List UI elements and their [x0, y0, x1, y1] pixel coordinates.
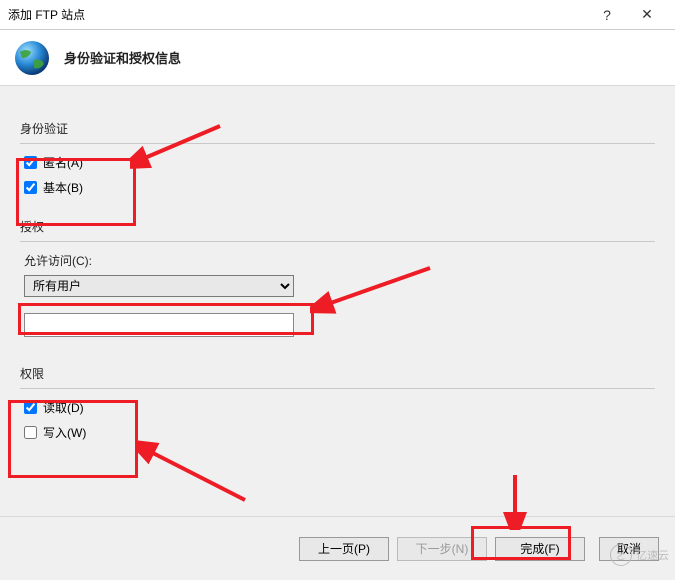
authorization-text-input[interactable] — [24, 313, 294, 337]
write-label: 写入(W) — [43, 424, 86, 441]
basic-checkbox[interactable] — [24, 181, 37, 194]
basic-checkbox-row[interactable]: 基本(B) — [24, 179, 651, 196]
anonymous-label: 匿名(A) — [43, 154, 83, 171]
read-label: 读取(D) — [43, 399, 84, 416]
titlebar-controls: ? ✕ — [587, 1, 667, 29]
permissions-section-label: 权限 — [20, 365, 655, 382]
basic-label: 基本(B) — [43, 179, 83, 196]
divider — [20, 388, 655, 389]
watermark: ㄜ 亿速云 — [610, 544, 669, 566]
globe-icon — [12, 38, 52, 78]
allow-access-label: 允许访问(C): — [24, 252, 655, 269]
auth-section-label: 身份验证 — [20, 120, 655, 137]
previous-button[interactable]: 上一页(P) — [299, 537, 389, 561]
divider — [20, 241, 655, 242]
watermark-icon: ㄜ — [610, 544, 632, 566]
divider — [20, 143, 655, 144]
window-title: 添加 FTP 站点 — [8, 6, 587, 23]
wizard-footer: 上一页(P) 下一步(N) 完成(F) 取消 — [0, 516, 675, 580]
anonymous-checkbox-row[interactable]: 匿名(A) — [24, 154, 651, 171]
page-title: 身份验证和授权信息 — [64, 48, 181, 67]
titlebar: 添加 FTP 站点 ? ✕ — [0, 0, 675, 30]
close-button[interactable]: ✕ — [627, 1, 667, 29]
authorization-section-label: 授权 — [20, 218, 655, 235]
permissions-section: 权限 读取(D) 写入(W) — [20, 365, 655, 441]
help-button[interactable]: ? — [587, 1, 627, 29]
anonymous-checkbox[interactable] — [24, 156, 37, 169]
allow-access-select[interactable]: 所有用户 — [24, 275, 294, 297]
write-checkbox-row[interactable]: 写入(W) — [24, 424, 651, 441]
write-checkbox[interactable] — [24, 426, 37, 439]
read-checkbox[interactable] — [24, 401, 37, 414]
read-checkbox-row[interactable]: 读取(D) — [24, 399, 651, 416]
watermark-text: 亿速云 — [636, 547, 669, 563]
wizard-content: 身份验证 匿名(A) 基本(B) 授权 允许访问(C): 所有用户 权限 读取(… — [0, 86, 675, 516]
wizard-header: 身份验证和授权信息 — [0, 30, 675, 86]
authorization-section: 授权 允许访问(C): 所有用户 — [20, 218, 655, 337]
next-button: 下一步(N) — [397, 537, 487, 561]
finish-button[interactable]: 完成(F) — [495, 537, 585, 561]
auth-checkbox-group: 匿名(A) 基本(B) — [20, 154, 655, 196]
